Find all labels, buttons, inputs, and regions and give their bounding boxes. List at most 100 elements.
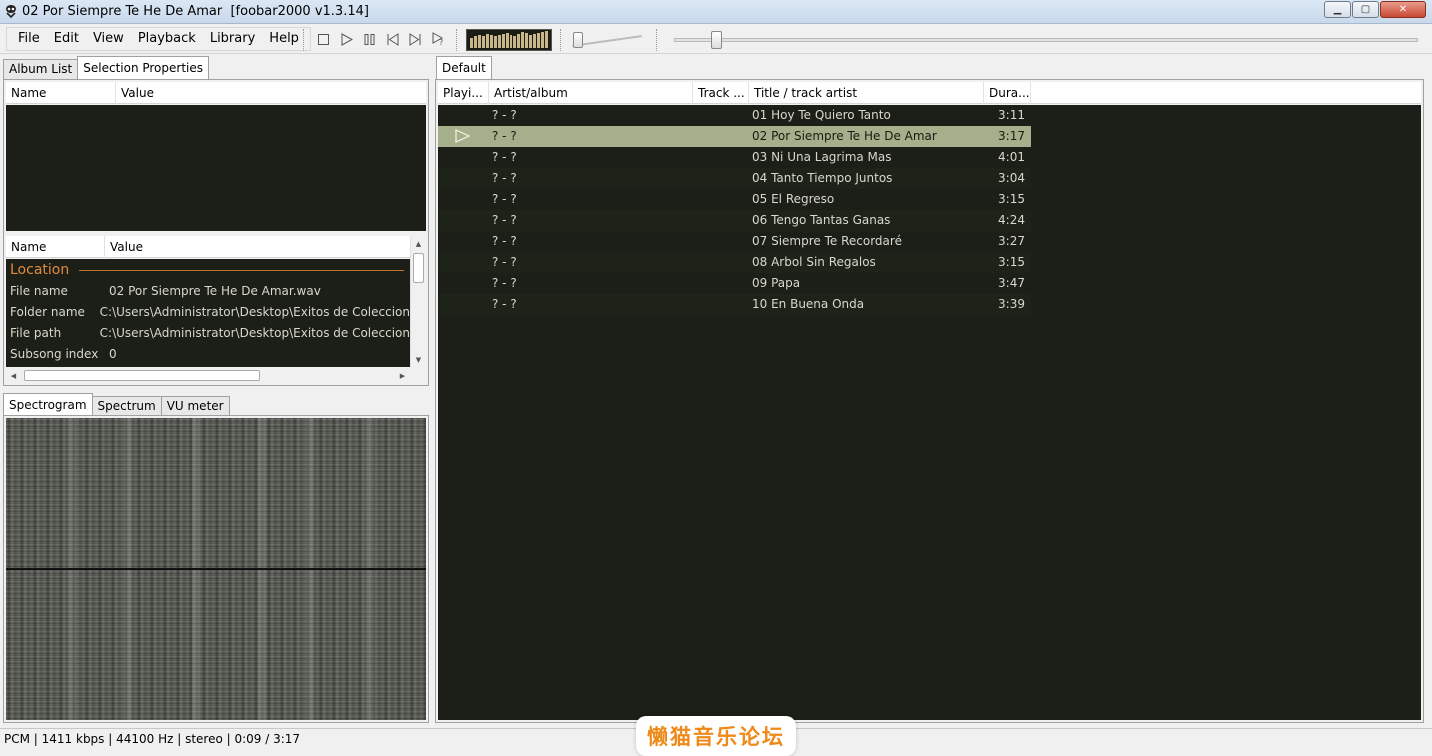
header-playing[interactable]: Playi... <box>438 81 489 104</box>
props-vertical-scrollbar[interactable]: ▲ ▼ <box>410 236 425 367</box>
row-artist: ? - ? <box>492 108 517 122</box>
menu-edit[interactable]: Edit <box>47 28 86 50</box>
title-bar: 02 Por Siempre Te He De Amar [foobar2000… <box>0 0 1432 24</box>
stop-icon <box>318 33 329 45</box>
mini-spectrum-visualizer <box>466 29 552 51</box>
row-artist: ? - ? <box>492 171 517 185</box>
prop-value: 02 Por Siempre Te He De Amar.wav <box>109 284 321 298</box>
selection-properties-panel: Name Value Name Value Location File name… <box>3 79 429 386</box>
prop-value: C:\Users\Administrator\Desktop\Exitos de… <box>99 305 410 319</box>
random-icon: ? <box>432 32 443 46</box>
viz-bar <box>509 35 513 48</box>
playlist-row[interactable]: ? - ? 02 Por Siempre Te He De Amar 3:17 <box>438 126 1031 147</box>
header-track[interactable]: Track ... <box>693 81 749 104</box>
stop-button[interactable] <box>312 28 335 50</box>
header-artist-album[interactable]: Artist/album <box>489 81 693 104</box>
prop-row[interactable]: File path C:\Users\Administrator\Desktop… <box>6 323 410 344</box>
foobar-app-icon <box>6 5 16 18</box>
previous-button[interactable] <box>381 28 404 50</box>
transport-controls: ? <box>312 28 450 50</box>
toolbar-separator <box>456 29 458 51</box>
header-duration[interactable]: Dura... <box>984 81 1031 104</box>
props-horizontal-scrollbar[interactable]: ◀ ▶ <box>6 368 410 383</box>
scroll-left-icon[interactable]: ◀ <box>6 368 21 383</box>
top-props-list <box>6 105 426 231</box>
volume-slider[interactable] <box>568 31 646 49</box>
prop-key: Folder name <box>10 305 85 319</box>
menu-file[interactable]: File <box>11 28 47 50</box>
playlist-row[interactable]: ? - ? 03 Ni Una Lagrima Mas 4:01 <box>438 147 1031 168</box>
seek-thumb[interactable] <box>710 31 722 49</box>
menu-bar: File Edit View Playback Library Help <box>6 27 311 51</box>
pause-icon <box>364 33 375 45</box>
seek-bar[interactable] <box>674 31 1418 49</box>
scroll-down-icon[interactable]: ▼ <box>411 352 426 367</box>
row-duration: 4:24 <box>998 213 1025 227</box>
window-title: 02 Por Siempre Te He De Amar [foobar2000… <box>22 4 369 19</box>
row-artist: ? - ? <box>492 192 517 206</box>
scroll-right-icon[interactable]: ▶ <box>395 368 410 383</box>
menu-help[interactable]: Help <box>262 28 306 50</box>
vertical-scroll-thumb[interactable] <box>413 253 424 283</box>
tab-vu-meter[interactable]: VU meter <box>160 396 230 416</box>
row-title: 04 Tanto Tiempo Juntos <box>752 171 893 185</box>
horizontal-scroll-thumb[interactable] <box>24 370 260 381</box>
header-title[interactable]: Title / track artist <box>749 81 984 104</box>
viz-bar <box>501 34 505 48</box>
prop-row[interactable]: Folder name C:\Users\Administrator\Deskt… <box>6 302 410 323</box>
viz-bar <box>473 36 477 48</box>
tab-spectrum[interactable]: Spectrum <box>91 396 162 416</box>
playlist-panel: Playi... Artist/album Track ... Title / … <box>435 79 1424 723</box>
tab-default-playlist[interactable]: Default <box>436 56 492 80</box>
next-button[interactable] <box>404 28 427 50</box>
header-value[interactable]: Value <box>105 236 410 258</box>
tab-spectrogram[interactable]: Spectrogram <box>3 393 93 417</box>
tab-selection-properties[interactable]: Selection Properties <box>77 56 210 80</box>
playlist-row[interactable]: ? - ? 10 En Buena Onda 3:39 <box>438 294 1031 315</box>
row-title: 03 Ni Una Lagrima Mas <box>752 150 892 164</box>
header-name[interactable]: Name <box>6 235 105 258</box>
playlist-row[interactable]: ? - ? 07 Siempre Te Recordaré 3:27 <box>438 231 1031 252</box>
svg-text:?: ? <box>439 38 443 46</box>
viz-bar <box>485 34 489 48</box>
menu-playback[interactable]: Playback <box>131 28 203 50</box>
playlist-list: ? - ? 01 Hoy Te Quiero Tanto 3:11 ? - ? 02 P… <box>438 105 1421 720</box>
close-button[interactable]: ✕ <box>1380 1 1426 18</box>
playlist-row[interactable]: ? - ? 08 Arbol Sin Regalos 3:15 <box>438 252 1031 273</box>
pause-button[interactable] <box>358 28 381 50</box>
row-title: 07 Siempre Te Recordaré <box>752 234 902 248</box>
header-name[interactable]: Name <box>6 81 116 104</box>
playlist-row[interactable]: ? - ? 01 Hoy Te Quiero Tanto 3:11 <box>438 105 1031 126</box>
playlist-row[interactable]: ? - ? 05 El Regreso 3:15 <box>438 189 1031 210</box>
menu-view[interactable]: View <box>86 28 131 50</box>
viz-bar <box>537 33 541 48</box>
viz-bar <box>541 32 545 48</box>
row-title: 01 Hoy Te Quiero Tanto <box>752 108 891 122</box>
prop-row[interactable]: File name 02 Por Siempre Te He De Amar.w… <box>6 281 410 302</box>
random-button[interactable]: ? <box>427 28 450 50</box>
maximize-button[interactable]: ▢ <box>1352 1 1379 18</box>
next-icon <box>409 32 421 46</box>
prop-row[interactable]: Subsong index 0 <box>6 344 410 365</box>
header-value[interactable]: Value <box>116 82 426 104</box>
playlist-row[interactable]: ? - ? 04 Tanto Tiempo Juntos 3:04 <box>438 168 1031 189</box>
close-icon: ✕ <box>1398 4 1408 15</box>
viz-bar <box>477 35 481 48</box>
tab-album-list[interactable]: Album List <box>3 59 79 79</box>
play-button[interactable] <box>335 28 358 50</box>
menu-library[interactable]: Library <box>203 28 262 50</box>
play-icon <box>341 32 353 46</box>
top-props-header: Name Value <box>6 81 426 104</box>
scroll-up-icon[interactable]: ▲ <box>411 236 426 251</box>
viz-bar <box>517 34 521 48</box>
viz-bar <box>513 36 517 48</box>
maximize-icon: ▢ <box>1360 4 1371 15</box>
row-duration: 3:11 <box>998 108 1025 122</box>
minimize-button[interactable]: ▁ <box>1324 1 1351 18</box>
volume-thumb[interactable] <box>573 32 584 48</box>
row-title: 02 Por Siempre Te He De Amar <box>752 129 937 143</box>
row-title: 06 Tengo Tantas Ganas <box>752 213 891 227</box>
row-duration: 3:15 <box>998 192 1025 206</box>
playlist-row[interactable]: ? - ? 09 Papa 3:47 <box>438 273 1031 294</box>
playlist-row[interactable]: ? - ? 06 Tengo Tantas Ganas 4:24 <box>438 210 1031 231</box>
